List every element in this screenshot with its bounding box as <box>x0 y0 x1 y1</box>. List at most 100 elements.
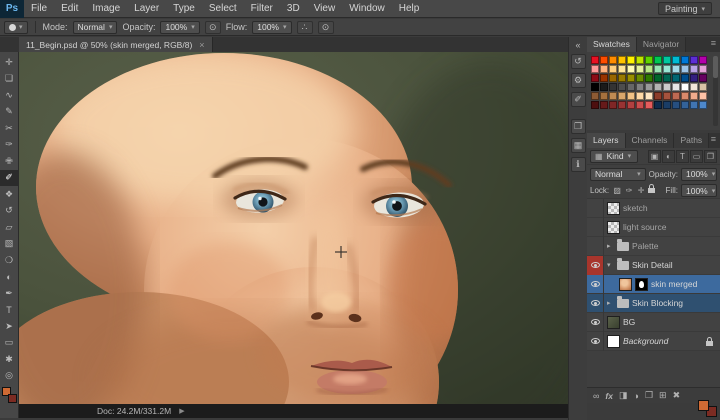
dodge-tool[interactable]: ◐ <box>0 269 19 286</box>
lock-all-icon[interactable] <box>648 184 656 193</box>
swatch-55[interactable] <box>618 92 626 100</box>
delete-layer-icon[interactable]: ✖ <box>673 390 681 401</box>
swatch-72[interactable] <box>654 101 662 109</box>
swatch-17[interactable] <box>627 65 635 73</box>
swatch-12[interactable] <box>699 56 707 64</box>
visibility-toggle[interactable] <box>587 217 604 237</box>
menu-item-3d[interactable]: 3D <box>280 0 307 18</box>
swatch-14[interactable] <box>600 65 608 73</box>
swatch-9[interactable] <box>672 56 680 64</box>
menu-item-file[interactable]: File <box>24 0 54 18</box>
swatch-63[interactable] <box>690 92 698 100</box>
info-panel-icon[interactable]: ℹ <box>570 157 586 172</box>
menu-item-view[interactable]: View <box>307 0 343 18</box>
foreground-color-swatch[interactable] <box>698 400 709 411</box>
layer-effects-icon[interactable]: fx <box>605 391 613 401</box>
visibility-toggle[interactable] <box>587 255 604 275</box>
swatch-49[interactable] <box>681 83 689 91</box>
swatch-3[interactable] <box>618 56 626 64</box>
crop-tool[interactable]: ✂ <box>0 120 19 137</box>
tablet-pressure-size-icon[interactable]: ⊙ <box>317 20 334 34</box>
swatch-16[interactable] <box>618 65 626 73</box>
menu-item-window[interactable]: Window <box>342 0 392 18</box>
filter-kind-select[interactable]: ▦ Kind ▾ <box>590 149 638 163</box>
swatch-41[interactable] <box>609 83 617 91</box>
tab-swatches[interactable]: Swatches <box>587 37 637 52</box>
filter-adjustment-layers-icon[interactable]: ◐ <box>662 149 675 163</box>
healing-brush-tool[interactable]: ✙ <box>0 153 19 170</box>
menu-item-layer[interactable]: Layer <box>127 0 166 18</box>
swatch-67[interactable] <box>609 101 617 109</box>
swatch-15[interactable] <box>609 65 617 73</box>
document-tab[interactable]: 11_Begin.psd @ 50% (skin merged, RGB/8) … <box>19 37 213 52</box>
layer-row-background[interactable]: Background <box>587 331 720 351</box>
menu-item-help[interactable]: Help <box>392 0 427 18</box>
lock-position-icon[interactable]: ✛ <box>636 186 646 195</box>
visibility-toggle[interactable] <box>587 293 604 313</box>
swatch-38[interactable] <box>699 74 707 82</box>
clone-source-panel-icon[interactable]: ❐ <box>570 119 586 134</box>
menu-item-filter[interactable]: Filter <box>244 0 280 18</box>
swatch-4[interactable] <box>627 56 635 64</box>
swatch-13[interactable] <box>591 65 599 73</box>
swatch-66[interactable] <box>600 101 608 109</box>
swatch-59[interactable] <box>654 92 662 100</box>
swatch-58[interactable] <box>645 92 653 100</box>
layer-row-skin-blocking[interactable]: ▸ Skin Blocking <box>587 293 720 313</box>
visibility-toggle[interactable] <box>587 312 604 332</box>
tab-channels[interactable]: Channels <box>625 133 675 148</box>
swatch-11[interactable] <box>690 56 698 64</box>
swatch-56[interactable] <box>627 92 635 100</box>
swatch-50[interactable] <box>690 83 698 91</box>
filter-shape-layers-icon[interactable]: ▭ <box>690 149 703 163</box>
swatch-48[interactable] <box>672 83 680 91</box>
swatch-24[interactable] <box>690 65 698 73</box>
layer-row-light-source[interactable]: light source <box>587 217 720 237</box>
quick-selection-tool[interactable]: ✎ <box>0 104 19 121</box>
disclosure-triangle[interactable]: ▾ <box>607 261 614 269</box>
close-icon[interactable]: × <box>199 40 204 50</box>
swatch-6[interactable] <box>645 56 653 64</box>
lock-transparent-pixels-icon[interactable]: ▨ <box>612 186 622 195</box>
adjustment-layer-icon[interactable]: ◑ <box>634 391 639 401</box>
swatch-76[interactable] <box>690 101 698 109</box>
opacity-input[interactable]: 100% ▾ <box>160 20 200 34</box>
layer-row-skin-detail[interactable]: ▾ Skin Detail <box>587 255 720 275</box>
swatch-19[interactable] <box>645 65 653 73</box>
swatch-44[interactable] <box>636 83 644 91</box>
filter-pixel-layers-icon[interactable]: ▣ <box>648 149 661 163</box>
swatch-70[interactable] <box>636 101 644 109</box>
properties-panel-icon[interactable]: ⚙ <box>570 73 586 88</box>
swatch-18[interactable] <box>636 65 644 73</box>
swatch-1[interactable] <box>600 56 608 64</box>
swatch-64[interactable] <box>699 92 707 100</box>
brush-preset-picker[interactable]: ▾ <box>4 20 28 34</box>
zoom-tool[interactable]: ◎ <box>0 368 19 385</box>
workspace-switcher[interactable]: Painting ▾ <box>657 2 712 15</box>
disclosure-triangle[interactable]: ▸ <box>607 242 614 250</box>
swatch-40[interactable] <box>600 83 608 91</box>
swatch-57[interactable] <box>636 92 644 100</box>
visibility-toggle[interactable] <box>587 236 604 256</box>
swatch-23[interactable] <box>681 65 689 73</box>
swatch-30[interactable] <box>627 74 635 82</box>
path-selection-tool[interactable]: ➤ <box>0 318 19 335</box>
menu-item-edit[interactable]: Edit <box>54 0 85 18</box>
tablet-pressure-opacity-icon[interactable]: ⊙ <box>204 20 221 34</box>
airbrush-icon[interactable]: ∴ <box>296 20 313 34</box>
move-tool[interactable]: ✛ <box>0 54 19 71</box>
swatch-32[interactable] <box>645 74 653 82</box>
scrollbar-thumb[interactable] <box>713 56 718 78</box>
layer-row-bg[interactable]: BG <box>587 312 720 332</box>
swatch-31[interactable] <box>636 74 644 82</box>
swatch-2[interactable] <box>609 56 617 64</box>
add-layer-mask-icon[interactable]: ◨ <box>619 390 628 401</box>
layer-row-sketch[interactable]: sketch <box>587 199 720 218</box>
layer-blend-mode-select[interactable]: Normal ▾ <box>590 167 646 181</box>
layer-opacity-input[interactable]: 100% ▾ <box>681 167 717 181</box>
swatch-52[interactable] <box>591 92 599 100</box>
lock-image-pixels-icon[interactable]: ✑ <box>624 186 634 195</box>
menu-item-image[interactable]: Image <box>85 0 127 18</box>
history-brush-tool[interactable]: ↺ <box>0 203 19 220</box>
swatch-42[interactable] <box>618 83 626 91</box>
